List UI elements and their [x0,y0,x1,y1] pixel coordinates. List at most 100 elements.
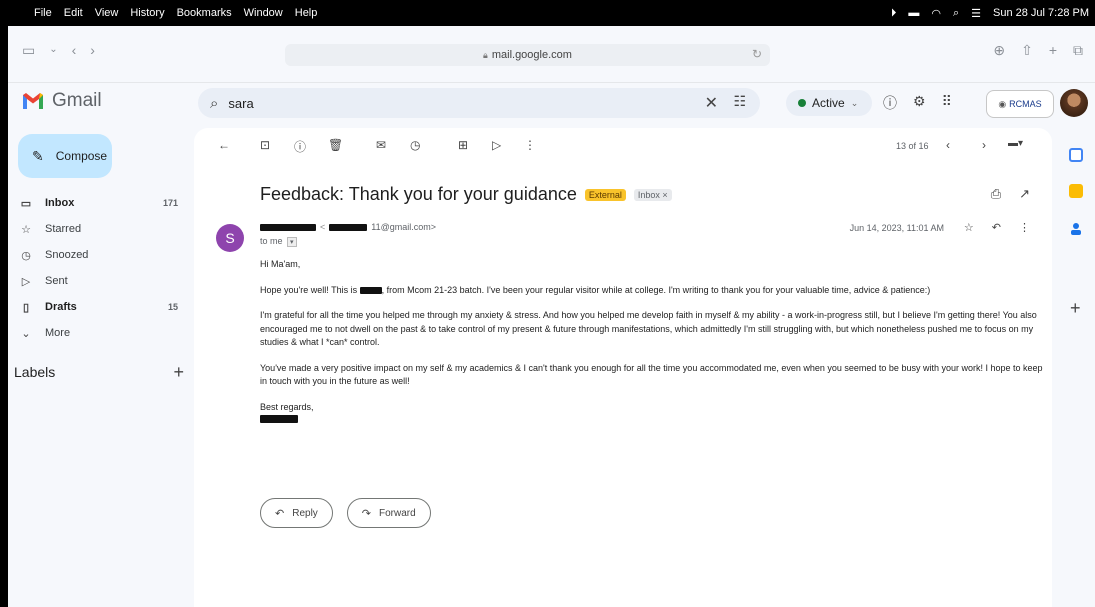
sidebar-item-label: Snoozed [45,249,89,261]
reply-icon[interactable]: ↶ [992,221,1001,234]
snooze-icon[interactable]: ◷ [410,138,420,152]
recipient-line: to me ▾ [260,236,297,247]
control-center-icon[interactable]: ☰ [971,7,981,20]
gmail-logo[interactable]: Gmail [22,90,102,112]
settings-gear-icon[interactable]: ⚙ [913,93,926,113]
gmail-m-icon [23,93,43,109]
more-vert-icon[interactable]: ⋮ [1019,221,1030,234]
sender-email: 11@gmail.com> [371,222,437,232]
status-label: Active [812,96,845,110]
new-tab-icon[interactable]: + [1049,42,1057,59]
download-icon[interactable]: ⊕ [993,42,1005,59]
recipient-details-icon[interactable]: ▾ [287,237,297,247]
back-icon[interactable]: ‹ [72,42,77,59]
forward-button[interactable]: ↷ Forward [346,498,431,528]
play-icon[interactable]: ⏵ [891,7,897,20]
send-icon: ▷ [21,275,31,288]
body-paragraph: I'm grateful for all the time you helped… [260,310,1037,347]
status-dot [798,99,806,107]
next-icon[interactable]: › [982,138,986,152]
archive-icon[interactable]: ⊡ [260,138,270,152]
sender-avatar[interactable]: S [216,224,244,252]
input-tools-icon[interactable]: ▬▾ [1008,138,1023,149]
org-logo-icon: ◉ [998,98,1007,109]
sidebar-nav: ▭ Inbox 171 ☆ Starred ◷ Snoozed ▷ Sent ▯… [8,190,188,346]
apps-grid-icon[interactable]: ⠿ [942,93,952,113]
sidebar-item-starred[interactable]: ☆ Starred [8,216,188,242]
calendar-icon[interactable] [1069,148,1083,162]
help-icon[interactable]: ⓘ [883,93,897,113]
star-icon[interactable]: ☆ [964,221,974,234]
forward-icon[interactable]: › [90,42,95,59]
star-icon: ☆ [21,223,31,236]
body-paragraph: Hope you're well! This is , from Mcom 21… [260,284,1050,298]
sidebar-item-snoozed[interactable]: ◷ Snoozed [8,242,188,268]
menu-file[interactable]: File [34,7,52,19]
status-selector[interactable]: Active ⌄ [786,90,872,116]
open-new-window-icon[interactable]: ↗ [1019,186,1030,202]
search-icon[interactable]: ⌕ [210,95,218,112]
tabs-overview-icon[interactable]: ⧉ [1073,42,1083,59]
body-paragraph: You've made a very positive impact on my… [260,362,1043,387]
draft-icon: ▯ [22,301,30,314]
back-arrow-icon[interactable]: ← [218,138,230,152]
delete-icon[interactable]: 🗑︎ [328,138,343,152]
report-spam-icon[interactable]: ⓘ [294,138,306,155]
org-badge[interactable]: ◉ RCMAS [986,90,1054,118]
search-bar[interactable]: ⌕ sara ✕ ☷ [198,88,760,118]
browser-toolbar: ▭ ⌄ ‹ › 🔒︎ mail.google.com ↻ ⊕ ⇧ + ⧉ [8,26,1095,83]
share-icon[interactable]: ⇧ [1021,42,1033,59]
menu-help[interactable]: Help [295,7,318,19]
chevron-down-icon[interactable]: ⌄ [49,44,57,59]
labels-heading: Labels [14,364,56,380]
search-options-icon[interactable]: ☷ [733,93,746,110]
spotlight-icon[interactable]: ⌕ [953,7,959,20]
label-icon[interactable]: ▷ [492,138,501,152]
keep-icon[interactable] [1069,184,1083,198]
forward-arrow-icon: ↷ [361,507,372,520]
redacted-name [359,286,382,294]
inbox-tag[interactable]: Inbox × [633,188,672,201]
gmail-wordmark: Gmail [52,90,102,111]
more-vert-icon[interactable]: ⋮ [524,138,536,152]
account-avatar[interactable] [1060,89,1088,117]
clear-search-icon[interactable]: ✕ [705,93,718,113]
menu-history[interactable]: History [130,7,164,19]
sidebar-item-count: 15 [167,302,178,312]
sidebar-toggle-icon[interactable]: ▭ [22,42,35,59]
sender-line: < 11@gmail.com> [260,222,436,232]
sidebar-item-label: More [45,327,71,339]
email-date: Jun 14, 2023, 11:01 AM [849,223,944,233]
redacted-name [260,223,316,231]
reload-icon[interactable]: ↻ [752,47,762,61]
clock-icon: ◷ [21,249,31,262]
tasks-icon[interactable] [1069,222,1083,236]
sidebar-item-inbox[interactable]: ▭ Inbox 171 [8,190,188,216]
sidebar-item-sent[interactable]: ▷ Sent [8,268,188,294]
print-icon[interactable]: ⎙ [991,186,1001,202]
menu-view[interactable]: View [95,7,119,19]
mark-unread-icon[interactable]: ✉ [376,138,386,152]
recipient-text: to me [260,236,283,246]
sidebar-item-drafts[interactable]: ▯ Drafts 15 [8,294,188,320]
compose-button[interactable]: ✎ Compose [18,134,112,178]
prev-icon[interactable]: ‹ [946,138,950,152]
add-label-icon[interactable]: + [173,362,184,383]
menu-edit[interactable]: Edit [64,7,83,19]
wifi-icon[interactable]: ◠ [931,7,941,20]
email-toolbar: ← ⊡ ⓘ 🗑︎ ✉ ◷ ⊞ ▷ ⋮ 13 of 16 ‹ › ▬▾ [194,128,1052,162]
menu-bookmarks[interactable]: Bookmarks [177,7,232,19]
menu-clock[interactable]: Sun 28 Jul 7:28 PM [993,7,1089,19]
url-text: mail.google.com [491,49,572,61]
address-bar[interactable]: 🔒︎ mail.google.com ↻ [285,44,770,66]
battery-icon[interactable]: ▬ [908,7,919,19]
search-input[interactable]: sara [228,96,253,111]
sidebar-item-count: 171 [162,198,178,208]
compose-label: Compose [55,149,108,163]
menu-window[interactable]: Window [244,7,283,19]
reply-button[interactable]: ↶ Reply [260,498,333,528]
sidebar-item-label: Inbox [45,197,75,209]
add-addon-icon[interactable]: + [1070,298,1081,319]
add-to-tasks-icon[interactable]: ⊞ [458,138,468,152]
sidebar-item-more[interactable]: ⌄ More [8,320,188,346]
